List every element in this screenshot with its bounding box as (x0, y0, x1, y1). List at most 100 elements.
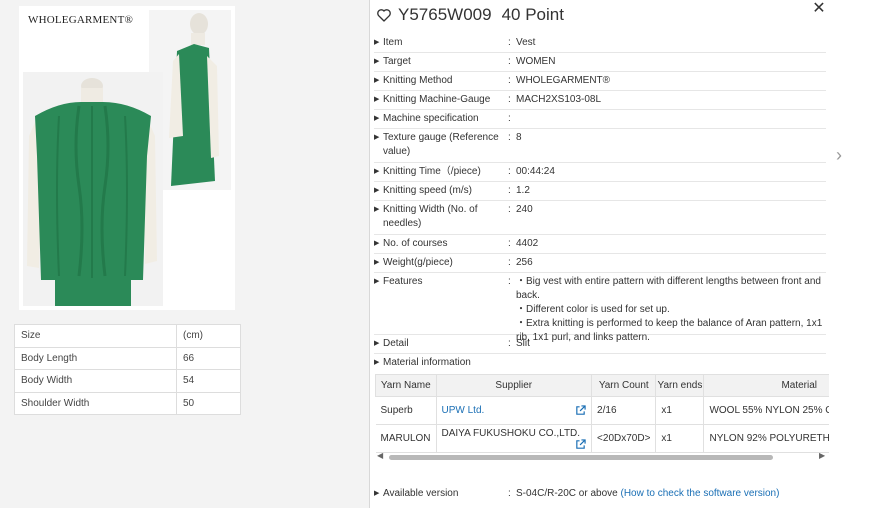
spec-label: No. of courses (374, 237, 508, 251)
spec-value: 00:44:24 (516, 166, 555, 177)
supplier-name[interactable]: DAIYA FUKUSHOKU CO.,LTD. (442, 428, 581, 439)
yarn-ends: x1 (655, 424, 705, 453)
chevron-right-icon[interactable]: › (836, 145, 842, 166)
available-version-value: S-04C/R-20C or above (516, 488, 618, 499)
supplier-name[interactable]: UPW Ltd. (442, 405, 485, 416)
size-table: Size (cm) Body Length 66 Body Width 54 S… (14, 324, 241, 415)
size-value: 66 (176, 346, 241, 370)
spec-row-detail: Detail: Slit (374, 335, 826, 354)
spec-label: Features (374, 275, 508, 332)
size-value: 54 (176, 369, 241, 393)
size-label: Shoulder Width (14, 391, 177, 415)
spec-row-time: Knitting Time（/piece): 00:44:24 (374, 163, 826, 182)
scroll-right-icon[interactable]: ▶ (819, 451, 825, 460)
spec-label: Target (374, 55, 508, 69)
table-row: Superb UPW Ltd. 2/16 x1 WOOL 55% NYLON 2… (375, 396, 829, 425)
spec-label: Texture gauge (Reference value) (374, 131, 508, 160)
spec-value: 240 (516, 204, 533, 215)
horizontal-scrollbar[interactable]: ◀ ▶ (375, 451, 829, 463)
supplier-link[interactable]: DAIYA FUKUSHOKU CO.,LTD. (436, 424, 593, 453)
column-header: Yarn Name (375, 374, 437, 397)
scroll-left-icon[interactable]: ◀ (377, 451, 383, 460)
column-header: Supplier (435, 374, 593, 397)
left-panel: WHOLEGARMENT® Size (cm) Body Length 66 B… (0, 0, 370, 508)
spec-list: Item: Vest Target: WOMEN Knitting Method… (374, 34, 826, 373)
spec-row-item: Item: Vest (374, 34, 826, 53)
size-value: 50 (176, 391, 241, 415)
detail-panel: Y5765W009 40 Point ✕ Item: Vest Target: W… (370, 0, 856, 508)
spec-value: Vest (516, 37, 536, 48)
spec-row-speed: Knitting speed (m/s): 1.2 (374, 182, 826, 201)
spec-value: ・Big vest with entire pattern with diffe… (516, 275, 826, 343)
size-label: Body Length (14, 346, 177, 370)
table-row: Body Length 66 (14, 346, 241, 370)
yarn-count: 2/16 (591, 396, 657, 425)
spec-label: Knitting speed (m/s) (374, 184, 508, 198)
spec-value: 1.2 (516, 185, 530, 196)
page-title: Y5765W009 40 Point (398, 5, 564, 25)
spec-value: WHOLEGARMENT® (516, 75, 611, 86)
yarn-name: MARULON (375, 424, 437, 453)
feature-line: ・Different color is used for set up. (516, 304, 670, 315)
spec-label: Available version (374, 487, 508, 501)
table-row: MARULON DAIYA FUKUSHOKU CO.,LTD. <20Dx70… (375, 424, 829, 453)
yarn-ends: x1 (655, 396, 705, 425)
spec-value: WOMEN (516, 56, 556, 67)
spec-row-machine: Knitting Machine-Gauge: MACH2XS103-08L (374, 91, 826, 110)
product-points: 40 Point (501, 5, 564, 24)
spec-row-method: Knitting Method: WHOLEGARMENT® (374, 72, 826, 91)
size-label: Size (14, 324, 177, 348)
column-header: Yarn ends (655, 374, 705, 397)
spec-row-material-info: Material information (374, 354, 826, 373)
table-header-row: Yarn Name Supplier Yarn Count Yarn ends … (375, 374, 829, 397)
spec-label: Knitting Machine-Gauge (374, 93, 508, 107)
spec-label: Knitting Time（/piece) (374, 165, 508, 179)
spec-row-width: Knitting Width (No. of needles): 240 (374, 201, 826, 235)
spec-row-machine-spec: Machine specification: (374, 110, 826, 129)
spec-row-texture: Texture gauge (Reference value): 8 (374, 129, 826, 163)
spec-label: Material information (374, 356, 574, 371)
spec-row-courses: No. of courses: 4402 (374, 235, 826, 254)
spec-label: Knitting Width (No. of needles) (374, 203, 508, 232)
spec-label: Knitting Method (374, 74, 508, 88)
spec-value (516, 112, 826, 126)
product-code: Y5765W009 (398, 5, 492, 24)
spec-row-features: Features: ・Big vest with entire pattern … (374, 273, 826, 343)
spec-label: Machine specification (374, 112, 508, 126)
column-header: Yarn Count (591, 374, 657, 397)
heart-icon[interactable] (376, 7, 392, 23)
spec-row-available-version: Available version: S-04C/R-20C or above … (374, 487, 826, 501)
yarn-name: Superb (375, 396, 437, 425)
external-link-icon[interactable] (575, 438, 586, 450)
external-link-icon[interactable] (575, 405, 586, 416)
spec-value: 4402 (516, 238, 539, 249)
spec-label: Item (374, 36, 508, 50)
size-value: (cm) (176, 324, 241, 348)
column-header: Material (703, 374, 829, 397)
spec-value: MACH2XS103-08L (516, 94, 602, 105)
table-row: Body Width 54 (14, 369, 241, 393)
software-version-help-link[interactable]: (How to check the software version) (621, 488, 780, 499)
material-table: Yarn Name Supplier Yarn Count Yarn ends … (375, 374, 829, 453)
size-label: Body Width (14, 369, 177, 393)
spec-row-weight: Weight(g/piece): 256 (374, 254, 826, 273)
spec-value: 8 (516, 132, 522, 143)
yarn-material: NYLON 92% POLYURETHAN (703, 424, 829, 453)
close-icon[interactable]: ✕ (812, 0, 826, 18)
table-row: Size (cm) (14, 324, 241, 348)
yarn-material: WOOL 55% NYLON 25% CO (703, 396, 829, 425)
spec-label: Weight(g/piece) (374, 256, 508, 270)
yarn-count: <20Dx70D> (591, 424, 657, 453)
spec-value: Slit (516, 338, 530, 349)
scrollbar-thumb[interactable] (389, 455, 773, 460)
supplier-link[interactable]: UPW Ltd. (436, 396, 593, 425)
table-row: Shoulder Width 50 (14, 391, 241, 415)
brand-logo: WHOLEGARMENT® (28, 14, 134, 26)
title-row: Y5765W009 40 Point (376, 4, 564, 26)
spec-value: 256 (516, 257, 533, 268)
spec-label: Detail (374, 337, 508, 351)
product-photo-illustration (23, 10, 231, 306)
product-image: WHOLEGARMENT® (19, 6, 235, 310)
spec-row-target: Target: WOMEN (374, 53, 826, 72)
feature-line: ・Big vest with entire pattern with diffe… (516, 276, 821, 301)
